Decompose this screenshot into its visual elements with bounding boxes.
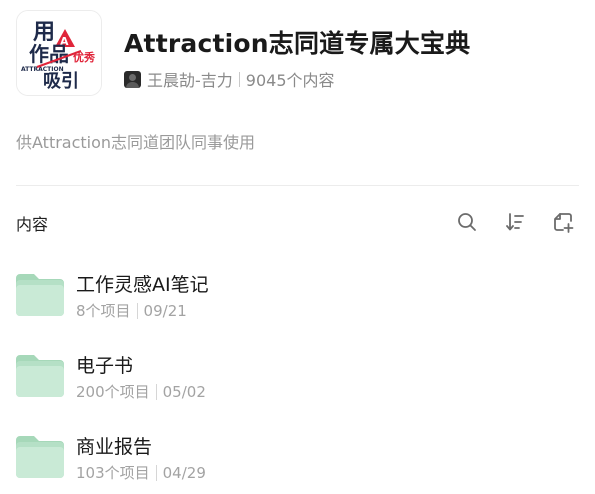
list-item-folder[interactable]: 工作灵感AI笔记 8个项目 09/21 (16, 268, 579, 328)
meta-divider (238, 71, 240, 87)
author-avatar[interactable] (124, 70, 141, 88)
add-folder-icon (554, 213, 574, 233)
list-item-folder[interactable]: 商业报告 103个项目 04/29 (16, 430, 579, 490)
add-folder-button[interactable] (551, 210, 575, 234)
item-count: 103个项目 (76, 464, 150, 482)
item-name: 电子书 (76, 355, 134, 377)
cover-line-6: 吸引 (43, 71, 79, 92)
item-meta: 103个项目 04/29 (76, 462, 206, 483)
item-date: 05/02 (162, 382, 206, 401)
item-date: 04/29 (162, 463, 206, 482)
search-button[interactable] (455, 210, 479, 234)
folder-icon (16, 355, 64, 397)
library-title: Attraction志同道专属大宝典 (124, 29, 471, 58)
section-title: 内容 (16, 215, 49, 234)
library-header: 用 A 作品 优秀 ATTRACTION 吸引 Attraction志同道专属大… (16, 10, 579, 96)
sort-icon (506, 213, 524, 231)
item-name: 工作灵感AI笔记 (76, 274, 209, 296)
item-count: 8个项目 (76, 302, 131, 320)
item-count: 200个项目 (76, 383, 150, 401)
folder-icon (16, 274, 64, 316)
folder-icon (16, 436, 64, 478)
cover-logo-graphic: 用 A 作品 优秀 ATTRACTION 吸引 (17, 11, 101, 95)
meta-divider (136, 302, 138, 319)
author-name[interactable]: 王晨劼-吉力 (147, 67, 233, 91)
item-name: 商业报告 (76, 436, 153, 458)
item-meta: 8个项目 09/21 (76, 300, 187, 321)
search-icon (458, 213, 476, 231)
meta-divider (155, 464, 157, 481)
sort-button[interactable] (503, 210, 527, 234)
section-divider (16, 185, 579, 186)
library-description: 供Attraction志同道团队同事使用 (16, 133, 256, 152)
list-item-folder[interactable]: 电子书 200个项目 05/02 (16, 349, 579, 409)
meta-divider (155, 383, 157, 400)
item-meta: 200个项目 05/02 (76, 381, 206, 402)
library-meta: 王晨劼-吉力 9045个内容 (124, 68, 335, 90)
library-cover-logo: 用 A 作品 优秀 ATTRACTION 吸引 (16, 10, 102, 96)
item-date: 09/21 (143, 301, 187, 320)
content-count: 9045个内容 (245, 71, 335, 90)
